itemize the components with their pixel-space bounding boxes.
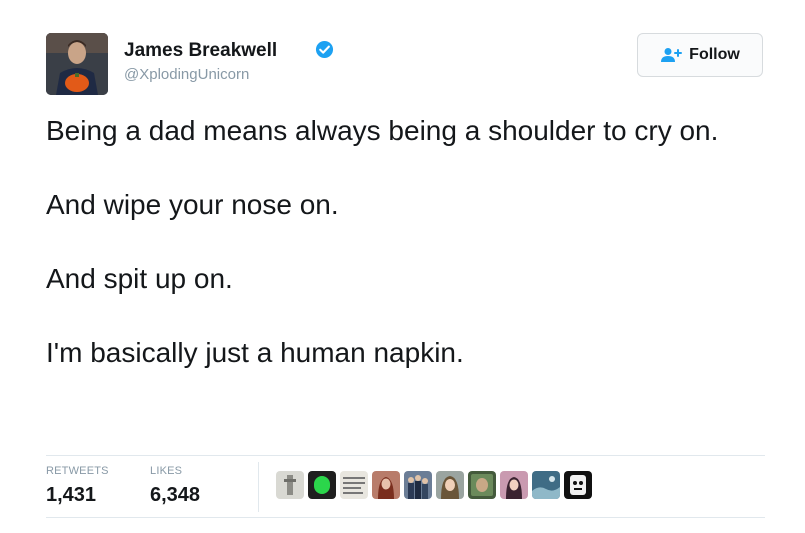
- tweet-paragraph: And wipe your nose on.: [46, 189, 339, 220]
- user-avatar[interactable]: [46, 33, 108, 95]
- likes-count: 6,348: [150, 484, 201, 506]
- liker-avatar[interactable]: [532, 471, 560, 499]
- liker-avatar[interactable]: [500, 471, 528, 499]
- liker-avatar[interactable]: [308, 471, 336, 499]
- liker-avatar[interactable]: [404, 471, 432, 499]
- liker-avatar[interactable]: [372, 471, 400, 499]
- liker-avatar[interactable]: [468, 471, 496, 499]
- user-name[interactable]: James Breakwell: [124, 40, 277, 62]
- retweets-stat[interactable]: RETWEETS 1,431: [46, 465, 109, 507]
- likers-avatar-list: [276, 471, 592, 499]
- likes-stat[interactable]: LIKES 6,348: [150, 465, 200, 507]
- verified-badge-icon: [315, 40, 334, 59]
- add-user-icon: [661, 48, 683, 62]
- likes-label: LIKES: [150, 465, 183, 477]
- liker-avatar[interactable]: [436, 471, 464, 499]
- stats-divider-bottom: [46, 517, 765, 518]
- liker-avatar[interactable]: [276, 471, 304, 499]
- tweet-card: James Breakwell @XplodingUnicorn Follow …: [0, 0, 805, 533]
- tweet-paragraph: And spit up on.: [46, 263, 233, 294]
- liker-avatar[interactable]: [564, 471, 592, 499]
- retweets-label: RETWEETS: [46, 465, 109, 477]
- stats-divider-top: [46, 455, 765, 456]
- user-handle[interactable]: @XplodingUnicorn: [124, 66, 249, 83]
- tweet-text: Being a dad means always being a shoulde…: [46, 112, 761, 371]
- follow-button[interactable]: Follow: [637, 33, 763, 77]
- follow-button-label: Follow: [689, 46, 740, 63]
- tweet-paragraph: Being a dad means always being a shoulde…: [46, 115, 719, 146]
- retweets-count: 1,431: [46, 484, 97, 506]
- liker-avatar[interactable]: [340, 471, 368, 499]
- tweet-paragraph: I'm basically just a human napkin.: [46, 337, 464, 368]
- stats-separator: [258, 462, 259, 512]
